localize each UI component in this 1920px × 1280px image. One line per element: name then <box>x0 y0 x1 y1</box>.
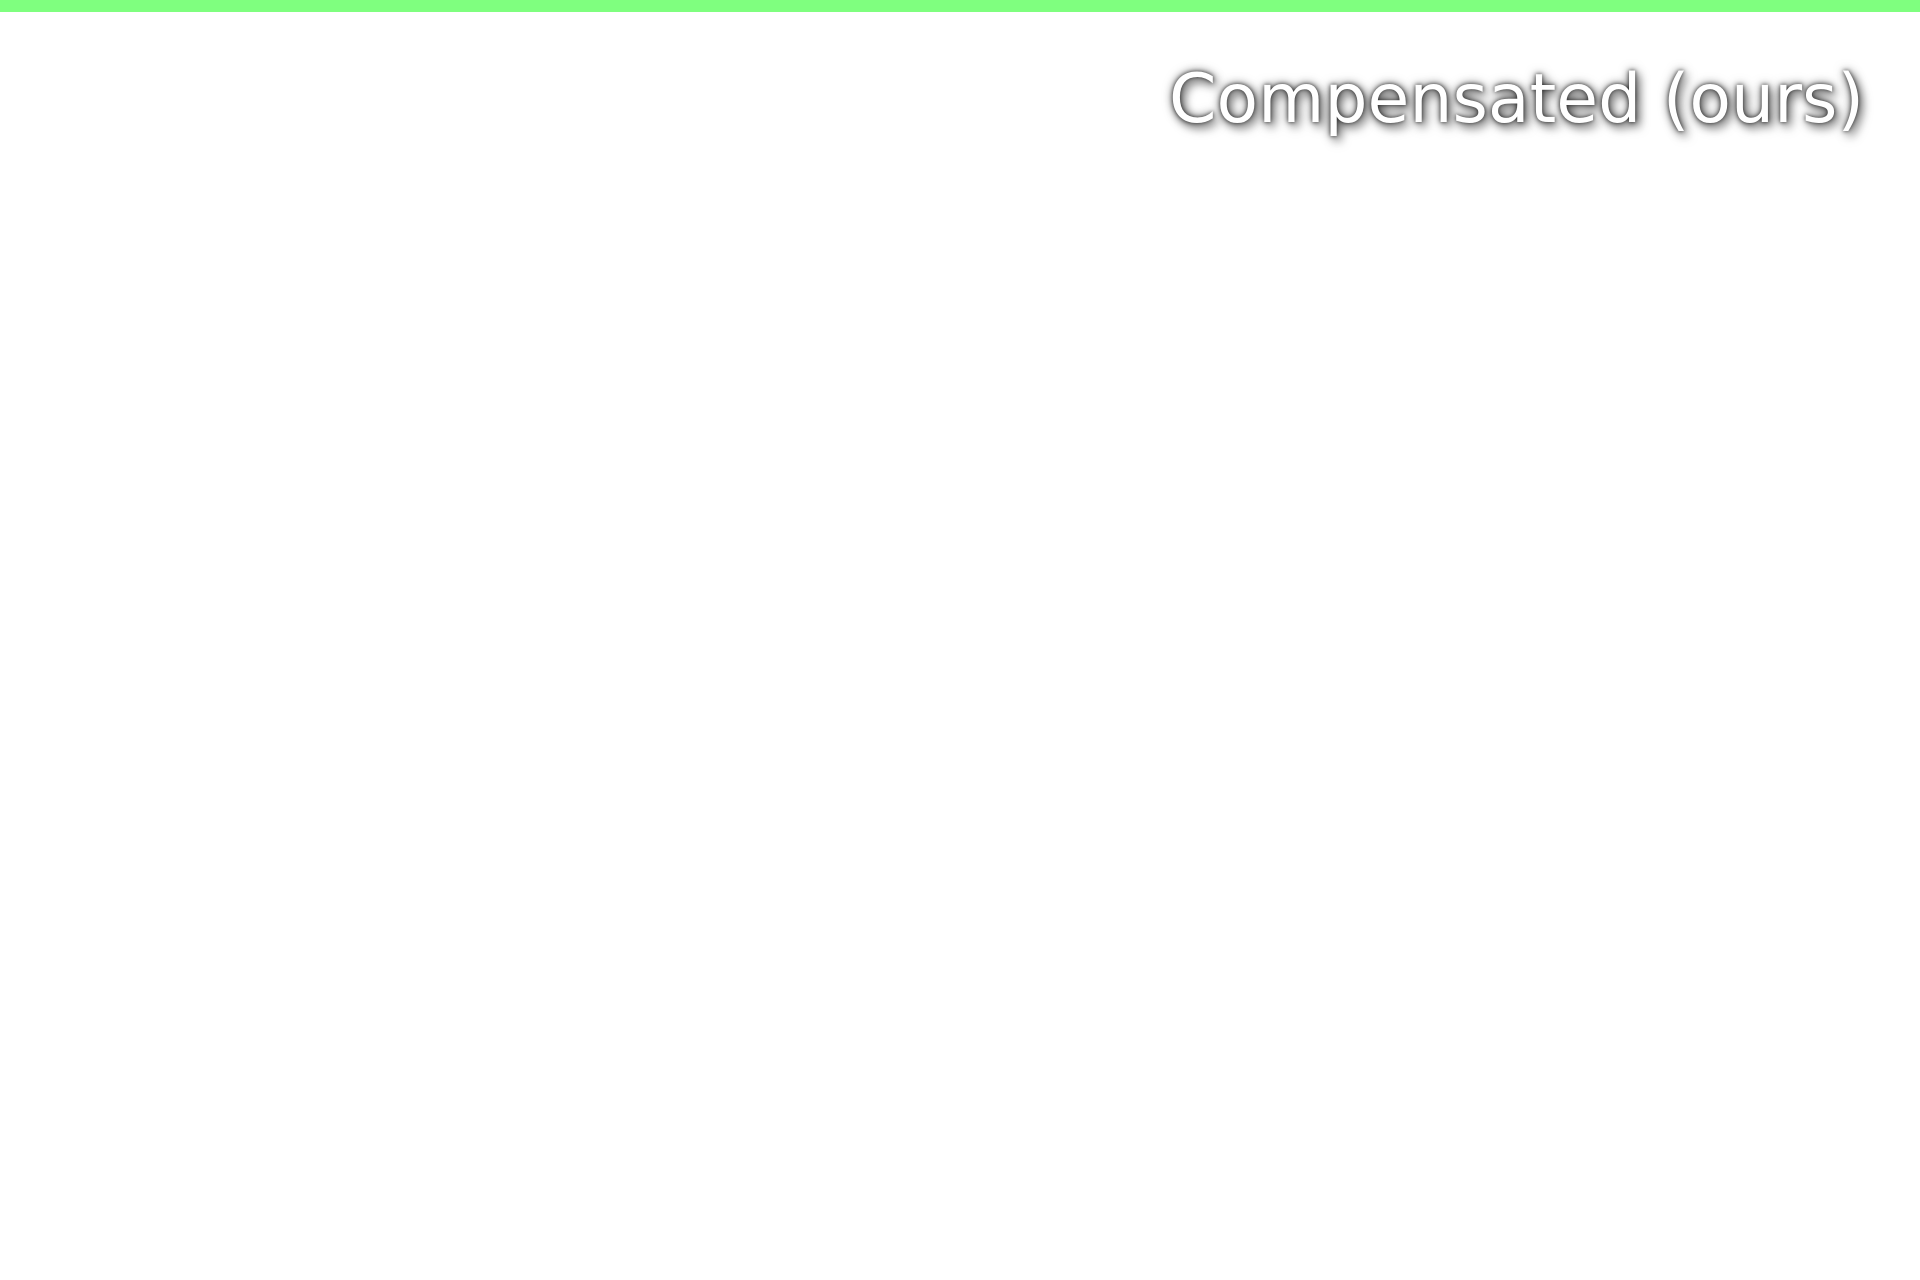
top-accent-bar <box>0 0 1920 12</box>
panel-label: Compensated (ours) <box>1169 60 1864 139</box>
blank-render-area <box>0 12 1920 1280</box>
